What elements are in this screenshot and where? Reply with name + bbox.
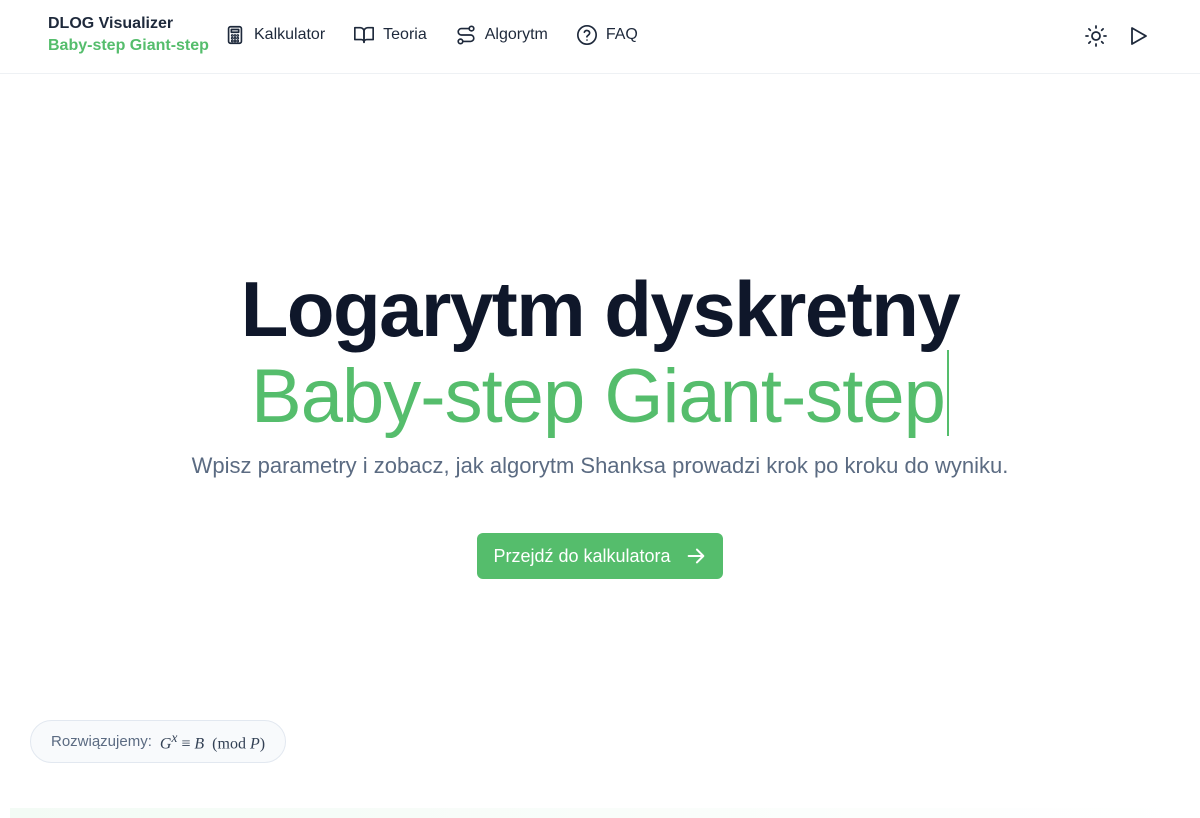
top-header: DLOG Visualizer Baby-step Giant-step Kal…	[0, 0, 1200, 74]
hero-section: Logarytm dyskretny Baby-step Giant-step …	[0, 268, 1200, 579]
hero-subtitle-line: Baby-step Giant-step	[0, 350, 1200, 437]
sun-icon	[1085, 25, 1107, 47]
go-to-calculator-button[interactable]: Przejdź do kalkulatora	[477, 533, 723, 579]
eq-equiv: ≡	[181, 735, 191, 753]
brand-title: DLOG Visualizer	[48, 15, 174, 32]
nav-label: Kalkulator	[254, 26, 326, 43]
typing-caret	[946, 350, 949, 436]
calculator-icon	[227, 25, 243, 45]
eq-mod-close: )	[259, 735, 266, 753]
eq-b: B	[194, 735, 205, 753]
hero-description: Wpisz parametry i zobacz, jak algorytm S…	[191, 453, 1009, 478]
equation-formula: Gx ≡ B (mod P)	[160, 730, 265, 753]
arrow-right-icon	[687, 548, 704, 564]
equation-label: Rozwiązujemy:	[51, 733, 152, 750]
nav-item-faq[interactable]: FAQ	[576, 24, 638, 46]
header-actions	[1066, 24, 1150, 48]
theme-toggle-button[interactable]	[1084, 24, 1108, 48]
eq-p: P	[249, 735, 260, 753]
nav-item-kalkulator[interactable]: Kalkulator	[224, 24, 325, 46]
nav-item-algorytm[interactable]: Algorytm	[455, 24, 548, 46]
equation-badge: Rozwiązujemy: Gx ≡ B (mod P)	[30, 720, 287, 763]
hero-title: Logarytm dyskretny	[240, 265, 961, 353]
brand[interactable]: DLOG Visualizer Baby-step Giant-step	[48, 14, 209, 58]
nav-label: FAQ	[605, 26, 638, 43]
brand-subtitle: Baby-step Giant-step	[48, 37, 209, 54]
cta-label: Przejdź do kalkulatora	[493, 545, 671, 566]
book-icon	[354, 26, 375, 44]
bottom-strip	[10, 808, 1190, 818]
eq-exponent: x	[171, 729, 178, 745]
hero-subtitle: Baby-step Giant-step	[251, 354, 946, 439]
eq-base: G	[159, 735, 172, 753]
play-button[interactable]	[1126, 24, 1150, 48]
play-icon	[1131, 27, 1147, 45]
nav-label: Algorytm	[484, 26, 548, 43]
route-icon	[457, 25, 475, 45]
nav-label: Teoria	[383, 26, 427, 43]
eq-mod-open: (mod	[212, 735, 246, 753]
help-circle-icon	[576, 25, 597, 45]
main-nav: Kalkulator Teoria Algorytm FAQ	[224, 24, 666, 46]
nav-item-teoria[interactable]: Teoria	[353, 24, 427, 46]
